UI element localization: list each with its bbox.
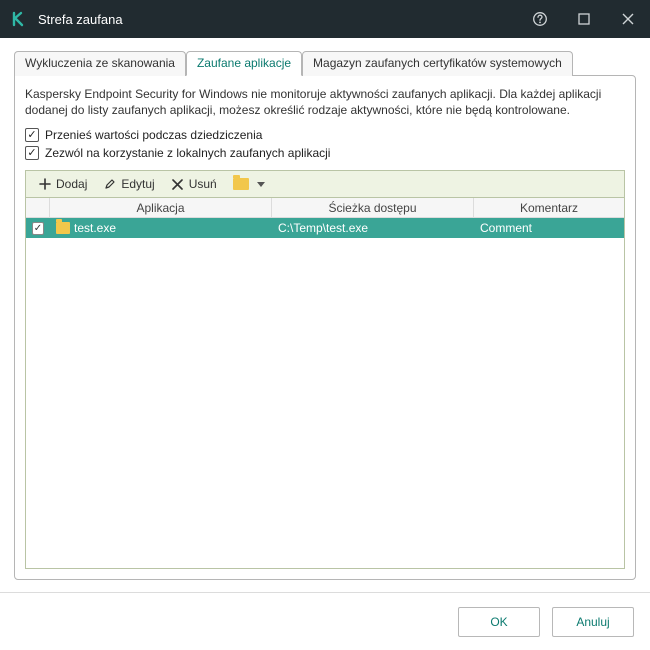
edit-label: Edytuj bbox=[121, 177, 154, 191]
add-label: Dodaj bbox=[56, 177, 87, 191]
row-comment: Comment bbox=[480, 221, 532, 235]
col-application[interactable]: Aplikacja bbox=[50, 198, 272, 217]
close-button[interactable] bbox=[606, 0, 650, 38]
help-button[interactable] bbox=[518, 0, 562, 38]
tabstrip: Wykluczenia ze skanowania Zaufane aplika… bbox=[14, 50, 636, 75]
table-row[interactable]: test.exe C:\Temp\test.exe Comment bbox=[26, 218, 624, 238]
col-path[interactable]: Ścieżka dostępu bbox=[272, 198, 474, 217]
toolbar: Dodaj Edytuj Usuń bbox=[25, 170, 625, 198]
description-text: Kaspersky Endpoint Security for Windows … bbox=[25, 86, 625, 118]
checkbox-allow-local[interactable]: Zezwól na korzystanie z lokalnych zaufan… bbox=[25, 146, 625, 160]
col-comment[interactable]: Komentarz bbox=[474, 198, 624, 217]
row-checkbox[interactable] bbox=[32, 222, 44, 235]
file-icon bbox=[56, 222, 70, 234]
folder-icon bbox=[233, 178, 249, 190]
checkbox-label: Zezwól na korzystanie z lokalnych zaufan… bbox=[45, 146, 330, 160]
app-logo-icon bbox=[10, 10, 28, 28]
chevron-down-icon bbox=[257, 182, 265, 187]
titlebar: Strefa zaufana bbox=[0, 0, 650, 38]
pencil-icon bbox=[103, 177, 117, 191]
delete-label: Usuń bbox=[189, 177, 217, 191]
ok-button[interactable]: OK bbox=[458, 607, 540, 637]
grid-header: Aplikacja Ścieżka dostępu Komentarz bbox=[26, 198, 624, 218]
edit-button[interactable]: Edytuj bbox=[97, 175, 160, 193]
window-title: Strefa zaufana bbox=[38, 12, 123, 27]
dialog-footer: OK Anuluj bbox=[0, 592, 650, 650]
maximize-button[interactable] bbox=[562, 0, 606, 38]
content-area: Wykluczenia ze skanowania Zaufane aplika… bbox=[0, 38, 650, 592]
grid-body: test.exe C:\Temp\test.exe Comment bbox=[26, 218, 624, 568]
import-export-button[interactable] bbox=[227, 176, 271, 192]
cancel-button[interactable]: Anuluj bbox=[552, 607, 634, 637]
window: Strefa zaufana Wykluczenia ze skanowania… bbox=[0, 0, 650, 650]
tab-scan-exclusions[interactable]: Wykluczenia ze skanowania bbox=[14, 51, 186, 76]
tab-system-certificates[interactable]: Magazyn zaufanych certyfikatów systemowy… bbox=[302, 51, 573, 76]
x-icon bbox=[171, 177, 185, 191]
tab-trusted-apps[interactable]: Zaufane aplikacje bbox=[186, 51, 302, 76]
tab-panel-trusted-apps: Kaspersky Endpoint Security for Windows … bbox=[14, 75, 636, 580]
add-button[interactable]: Dodaj bbox=[32, 175, 93, 193]
plus-icon bbox=[38, 177, 52, 191]
checkbox-icon bbox=[25, 146, 39, 160]
checkbox-icon bbox=[25, 128, 39, 142]
checkbox-inherit-values[interactable]: Przenieś wartości podczas dziedziczenia bbox=[25, 128, 625, 142]
row-path: C:\Temp\test.exe bbox=[278, 221, 368, 235]
col-checkbox[interactable] bbox=[26, 198, 50, 217]
checkbox-label: Przenieś wartości podczas dziedziczenia bbox=[45, 128, 262, 142]
apps-grid: Aplikacja Ścieżka dostępu Komentarz test… bbox=[25, 198, 625, 569]
delete-button[interactable]: Usuń bbox=[165, 175, 223, 193]
row-app-name: test.exe bbox=[74, 221, 116, 235]
